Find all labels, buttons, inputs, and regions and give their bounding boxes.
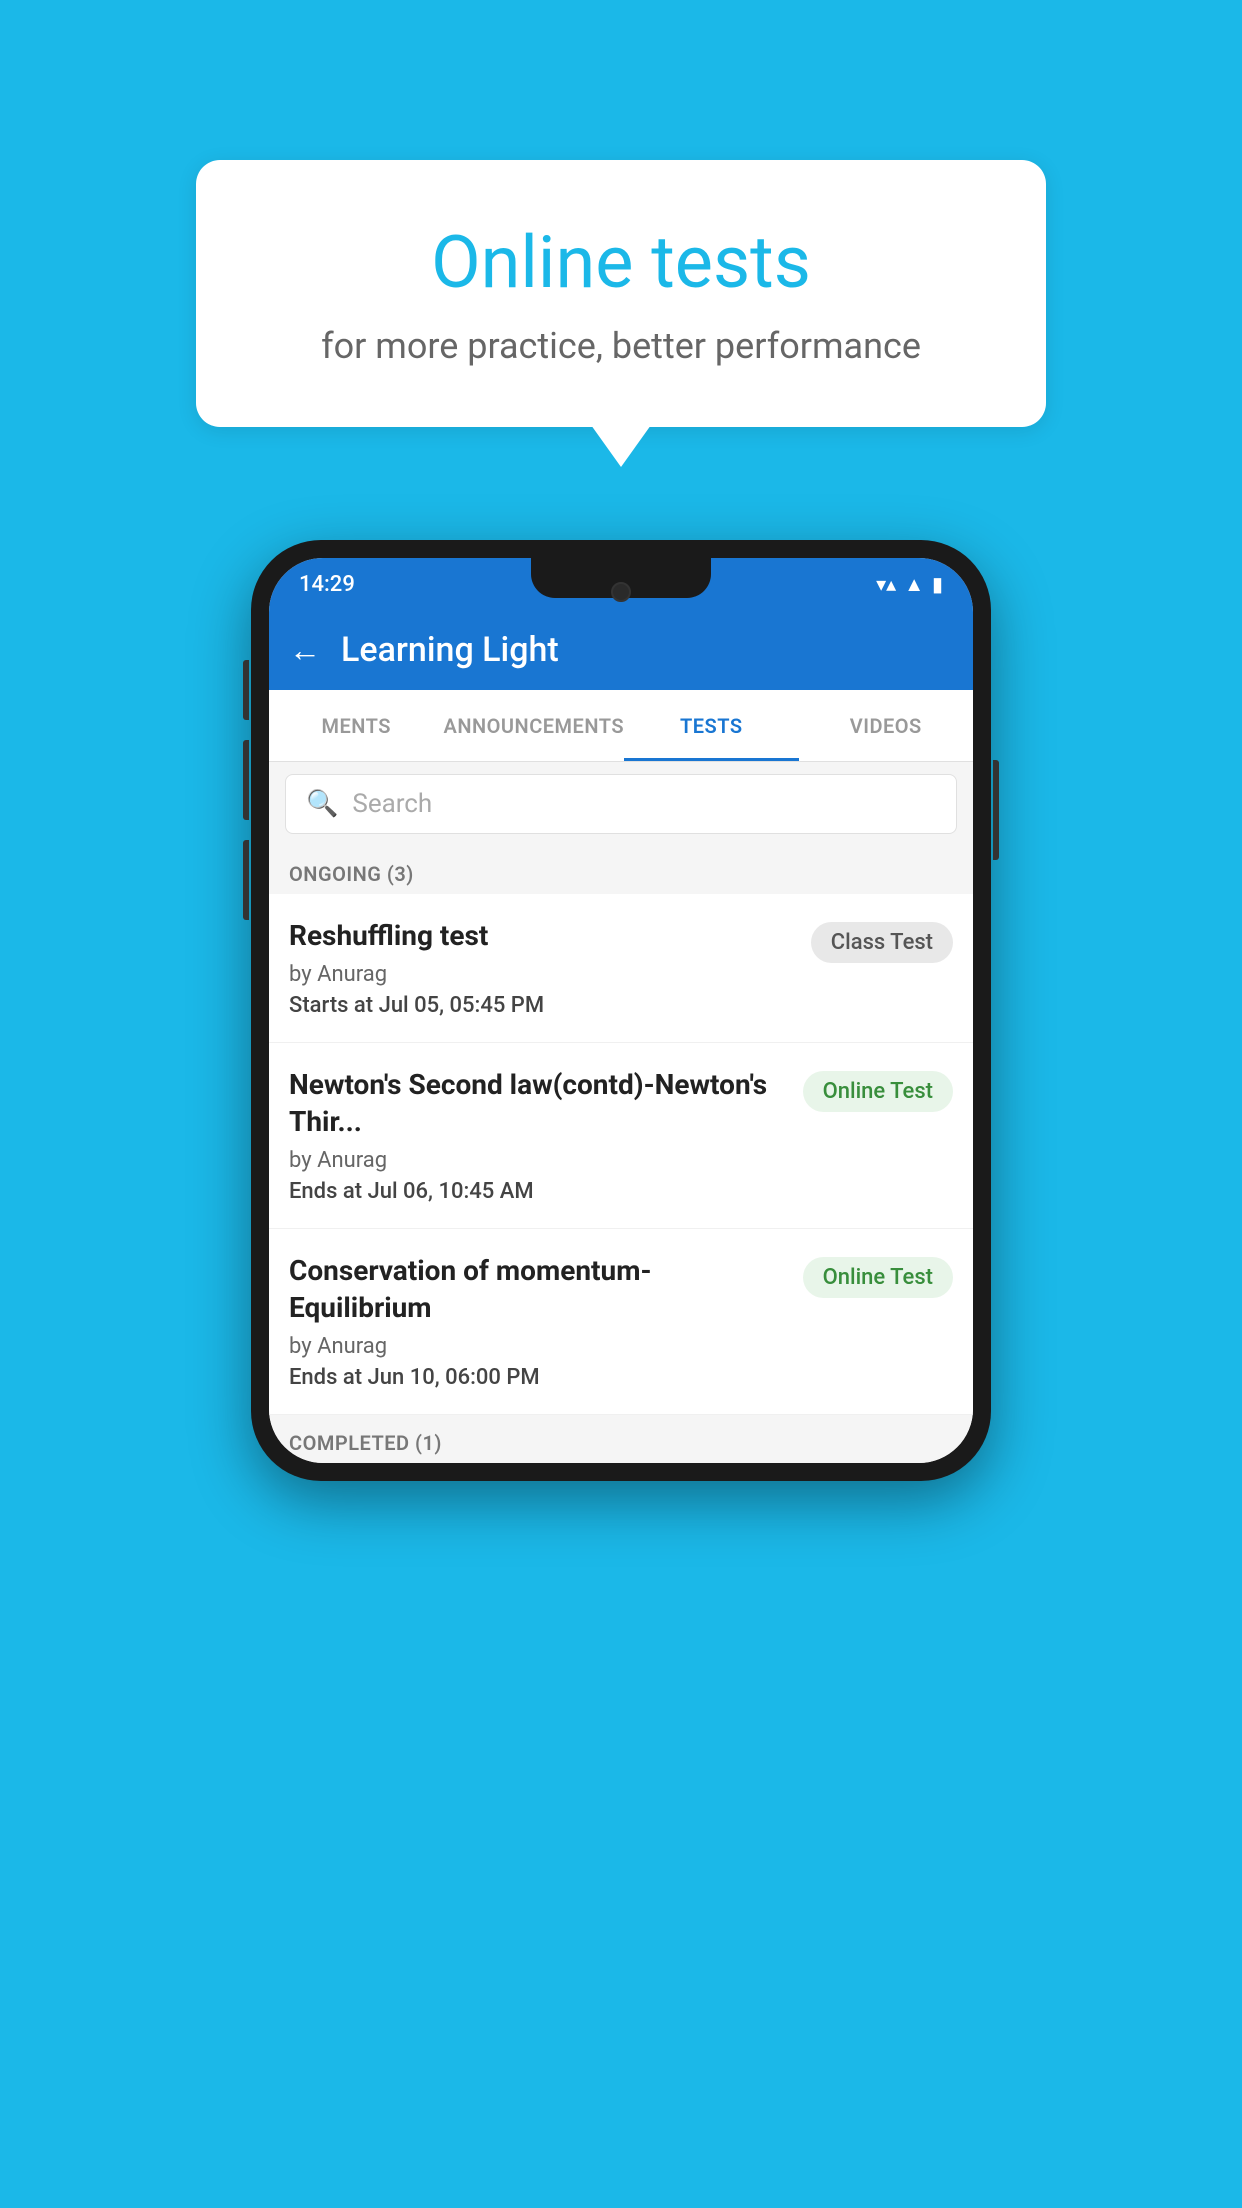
bubble-subtitle: for more practice, better performance [276, 325, 966, 367]
test-name-1: Reshuffling test [289, 918, 795, 954]
promo-bubble: Online tests for more practice, better p… [196, 160, 1046, 427]
status-time: 14:29 [299, 572, 355, 597]
status-icons: ▾▴ ▲ ▮ [876, 572, 943, 597]
front-camera [611, 582, 631, 602]
bubble-title: Online tests [276, 220, 966, 305]
app-title: Learning Light [341, 630, 559, 670]
test-author-1: by Anurag [289, 962, 795, 987]
volume-up-button [243, 660, 249, 720]
phone-notch [531, 558, 711, 598]
test-time-2: Ends at Jul 06, 10:45 AM [289, 1179, 787, 1204]
badge-online-test-2: Online Test [803, 1071, 953, 1112]
test-item-1[interactable]: Reshuffling test by Anurag Starts at Jul… [269, 894, 973, 1043]
test-time-1: Starts at Jul 05, 05:45 PM [289, 993, 795, 1018]
power-button-left [243, 840, 249, 920]
app-bar: ← Learning Light [269, 610, 973, 690]
tab-videos[interactable]: VIDEOS [799, 690, 973, 761]
test-list: Reshuffling test by Anurag Starts at Jul… [269, 894, 973, 1415]
completed-section-header: COMPLETED (1) [269, 1415, 973, 1463]
test-author-2: by Anurag [289, 1148, 787, 1173]
test-name-2: Newton's Second law(contd)-Newton's Thir… [289, 1067, 787, 1140]
test-item-3[interactable]: Conservation of momentum-Equilibrium by … [269, 1229, 973, 1415]
badge-online-test-3: Online Test [803, 1257, 953, 1298]
search-container: 🔍 Search [269, 762, 973, 846]
tab-announcements[interactable]: ANNOUNCEMENTS [443, 690, 624, 761]
back-button[interactable]: ← [289, 631, 321, 669]
phone-outer: 14:29 ▾▴ ▲ ▮ ← Learning Light MENTS ANNO… [251, 540, 991, 1481]
test-item-2[interactable]: Newton's Second law(contd)-Newton's Thir… [269, 1043, 973, 1229]
tab-tests[interactable]: TESTS [624, 690, 798, 761]
volume-down-button [243, 740, 249, 820]
search-input[interactable]: Search [352, 789, 432, 819]
power-button-right [993, 760, 999, 860]
test-info-1: Reshuffling test by Anurag Starts at Jul… [289, 918, 795, 1018]
signal-icon: ▲ [904, 572, 924, 597]
test-name-3: Conservation of momentum-Equilibrium [289, 1253, 787, 1326]
wifi-icon: ▾▴ [876, 572, 896, 596]
test-info-2: Newton's Second law(contd)-Newton's Thir… [289, 1067, 787, 1204]
battery-icon: ▮ [932, 572, 943, 596]
test-time-3: Ends at Jun 10, 06:00 PM [289, 1365, 787, 1390]
ongoing-section-header: ONGOING (3) [269, 846, 973, 894]
phone-mockup: 14:29 ▾▴ ▲ ▮ ← Learning Light MENTS ANNO… [251, 540, 991, 1481]
badge-class-test-1: Class Test [811, 922, 953, 963]
phone-screen: 14:29 ▾▴ ▲ ▮ ← Learning Light MENTS ANNO… [269, 558, 973, 1463]
test-author-3: by Anurag [289, 1334, 787, 1359]
search-bar[interactable]: 🔍 Search [285, 774, 957, 834]
search-icon: 🔍 [306, 789, 338, 819]
tab-ments[interactable]: MENTS [269, 690, 443, 761]
test-info-3: Conservation of momentum-Equilibrium by … [289, 1253, 787, 1390]
bubble-card: Online tests for more practice, better p… [196, 160, 1046, 427]
tabs-bar: MENTS ANNOUNCEMENTS TESTS VIDEOS [269, 690, 973, 762]
